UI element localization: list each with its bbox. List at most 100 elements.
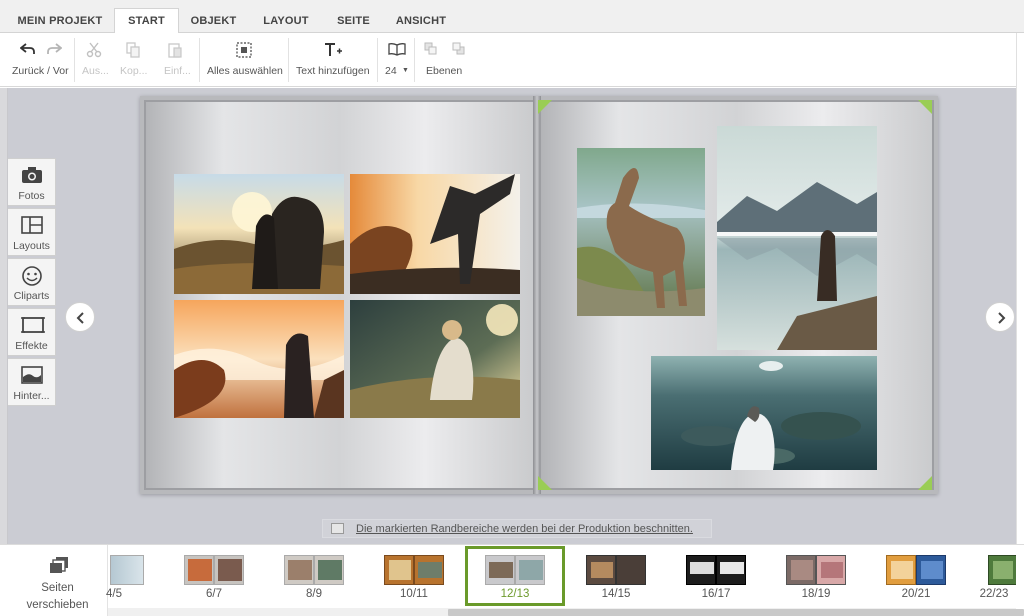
photo-seal-water[interactable]	[651, 356, 877, 470]
photo-man-mountain-lake[interactable]	[717, 126, 877, 350]
thumbnail-4-5[interactable]	[108, 555, 144, 587]
thumbnail-10-11[interactable]	[384, 555, 444, 587]
redo-icon[interactable]	[46, 42, 62, 56]
ribbon-divider	[74, 38, 75, 82]
layers-button[interactable]: Ebenen	[420, 39, 470, 83]
undo-redo-label: Zurück / Vor	[12, 65, 69, 77]
trim-info-bar[interactable]: Die markierten Randbereiche werden bei d…	[322, 519, 712, 538]
thumbnail-label: 6/7	[206, 588, 222, 600]
ribbon-divider	[377, 38, 378, 82]
paste-button[interactable]: Einf...	[160, 39, 192, 83]
tab-objekt[interactable]: OBJEKT	[186, 10, 241, 33]
page-navigator: Seiten verschieben 4/5 6/7 8/9 10/11 12/…	[0, 544, 1024, 616]
thumbnail-label: 10/11	[400, 588, 428, 600]
tool-hintergrund-label: Hinter...	[13, 390, 50, 402]
photo-hikers-sunset[interactable]	[174, 174, 344, 294]
thumbnail-scrollbar[interactable]	[108, 608, 1024, 616]
cut-button[interactable]: Aus...	[80, 39, 109, 83]
reorder-pages-button[interactable]: Seiten verschieben	[8, 545, 108, 616]
thumbnail-20-21[interactable]	[886, 555, 946, 587]
ribbon-toolbar: Zurück / Vor Aus... Kop... Einf... Alles…	[0, 33, 1024, 87]
previous-page-button[interactable]	[65, 302, 95, 332]
thumbnail-18-19[interactable]	[786, 555, 846, 587]
zoom-value: 24	[385, 65, 397, 77]
zoom-dropdown[interactable]: 24 ▼	[382, 39, 412, 83]
copy-label: Kop...	[120, 65, 148, 77]
tool-effekte[interactable]: Effekte	[8, 308, 56, 356]
layer-forward-icon	[424, 42, 437, 55]
add-text-label: Text hinzufügen	[296, 65, 370, 77]
thumbnail-14-15[interactable]	[586, 555, 646, 587]
reorder-label-line2: verschieben	[26, 599, 89, 611]
photo-woman-sitting-grass[interactable]	[350, 300, 520, 418]
scrollbar-thumb[interactable]	[448, 609, 1024, 616]
thumbnail-label: 8/9	[306, 588, 322, 600]
page-left[interactable]	[144, 100, 535, 490]
trim-info-checkbox[interactable]	[331, 523, 344, 534]
thumbnail-label: 4/5	[106, 588, 122, 600]
main-tab-bar: MEIN PROJEKT START OBJEKT LAYOUT SEITE A…	[0, 0, 1024, 34]
tool-layouts-label: Layouts	[13, 240, 50, 252]
layer-backward-icon	[452, 42, 465, 55]
trim-marker-icon	[918, 100, 932, 114]
trim-marker-icon	[918, 476, 932, 490]
ribbon-divider	[199, 38, 200, 82]
tab-layout[interactable]: LAYOUT	[256, 10, 316, 33]
copy-icon	[126, 42, 140, 58]
chevron-down-icon: ▼	[402, 67, 409, 74]
tool-cliparts[interactable]: Cliparts	[8, 258, 56, 306]
stack-pages-icon	[50, 557, 68, 573]
copy-button[interactable]: Kop...	[118, 39, 148, 83]
select-all-icon	[236, 42, 252, 58]
tool-layouts[interactable]: Layouts	[8, 208, 56, 256]
thumbnail-22-23[interactable]	[986, 555, 1016, 587]
undo-redo-button[interactable]: Zurück / Vor	[8, 39, 70, 83]
photo-ibex[interactable]	[577, 148, 705, 316]
thumbnail-8-9[interactable]	[284, 555, 344, 587]
thumbnail-12-13[interactable]	[485, 555, 545, 587]
paste-icon	[168, 43, 182, 58]
page-right[interactable]	[539, 100, 934, 490]
tab-start[interactable]: START	[114, 8, 179, 34]
trim-marker-icon	[538, 100, 552, 114]
thumbnail-6-7[interactable]	[184, 555, 244, 587]
frame-icon	[21, 317, 45, 333]
cut-label: Aus...	[82, 65, 109, 77]
smiley-icon	[22, 266, 42, 286]
ribbon-divider	[288, 38, 289, 82]
landscape-icon	[21, 366, 43, 384]
undo-icon[interactable]	[20, 42, 36, 56]
tab-ansicht[interactable]: ANSICHT	[390, 10, 452, 33]
layers-label: Ebenen	[426, 65, 463, 77]
tool-fotos-label: Fotos	[18, 190, 45, 202]
tool-effekte-label: Effekte	[15, 340, 48, 352]
tool-cliparts-label: Cliparts	[13, 290, 50, 302]
thumbnail-label: 14/15	[601, 588, 631, 600]
right-edge-panel	[1016, 33, 1024, 544]
tool-hintergrund[interactable]: Hinter...	[8, 358, 56, 406]
select-all-button[interactable]: Alles auswählen	[204, 39, 284, 83]
thumbnail-label-active: 12/13	[500, 588, 530, 600]
add-text-button[interactable]: Text hinzufügen	[293, 39, 373, 83]
thumbnail-label: 16/17	[701, 588, 731, 600]
chevron-left-icon	[76, 312, 84, 324]
photo-book-spread[interactable]	[140, 96, 938, 494]
tab-mein-projekt[interactable]: MEIN PROJEKT	[14, 10, 106, 33]
left-edge-strip	[0, 88, 8, 544]
book-icon	[388, 43, 406, 56]
photo-hiker-arms-spread[interactable]	[350, 174, 520, 294]
layout-icon	[21, 216, 43, 234]
thumbnail-16-17[interactable]	[686, 555, 746, 587]
trim-marker-icon	[538, 476, 552, 490]
tool-fotos[interactable]: Fotos	[8, 158, 56, 206]
camera-icon	[22, 167, 42, 183]
trim-info-text[interactable]: Die markierten Randbereiche werden bei d…	[356, 523, 693, 535]
thumbnail-label: 20/21	[901, 588, 931, 600]
select-all-label: Alles auswählen	[207, 65, 283, 77]
paste-label: Einf...	[164, 65, 191, 77]
ribbon-divider	[414, 38, 415, 82]
photo-woman-clouds[interactable]	[174, 300, 344, 418]
next-page-button[interactable]	[985, 302, 1015, 332]
chevron-right-icon	[998, 312, 1006, 324]
tab-seite[interactable]: SEITE	[331, 10, 376, 33]
